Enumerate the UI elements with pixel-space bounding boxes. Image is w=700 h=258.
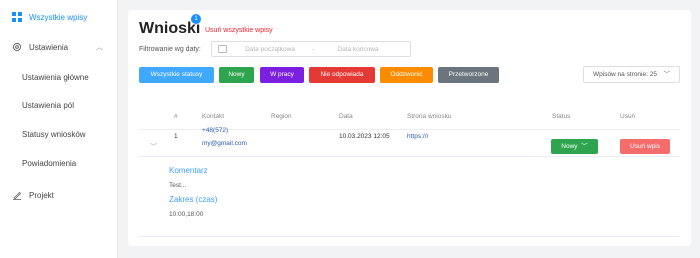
- row-date: 10.03.2023 12:05: [339, 133, 390, 140]
- chevron-up-icon: ︿: [96, 44, 103, 51]
- per-page-select[interactable]: Wpisów na stronie: 25 ﹀: [583, 66, 680, 83]
- sidebar-item-notifications[interactable]: Powiadomienia: [0, 148, 117, 178]
- sidebar: Wszystkie wpisy Ustawienia ︿ Ustawienia …: [0, 0, 118, 258]
- column-header-date: Data: [339, 113, 353, 120]
- sidebar-item-label: Projekt: [29, 190, 54, 200]
- time-range-label: Zakres (czas): [169, 195, 218, 204]
- sidebar-item-label: Ustawienia główne: [22, 72, 89, 82]
- filter-in-progress-button[interactable]: W pracy: [260, 67, 304, 83]
- sidebar-item-label: Ustawienia pól: [22, 100, 75, 110]
- row-number: 1: [174, 133, 178, 140]
- sidebar-item-label: Ustawienia: [29, 42, 69, 52]
- sidebar-item-label: Powiadomienia: [22, 158, 77, 168]
- start-date-input[interactable]: Data początkowa: [237, 46, 303, 53]
- delete-all-link[interactable]: Usuń wszystkie wpisy: [205, 27, 273, 34]
- sidebar-item-settings[interactable]: Ustawienia ︿: [0, 32, 117, 62]
- sidebar-item-label: Statusy wniosków: [22, 129, 86, 139]
- chevron-down-icon: ﹀: [579, 143, 588, 150]
- column-header-delete: Usuń: [620, 113, 636, 120]
- chevron-down-icon: ﹀: [663, 71, 671, 78]
- requests-card: Wnioski 1 Usuń wszystkie wpisy Filtrowan…: [128, 10, 691, 246]
- sidebar-item-project[interactable]: Projekt: [0, 180, 117, 210]
- row-page-link[interactable]: https://i: [407, 133, 428, 140]
- details-divider: [139, 236, 680, 237]
- filter-no-answer-button[interactable]: Nie odpowiada: [309, 67, 375, 83]
- column-header-contact: Kontakt: [202, 113, 225, 120]
- sidebar-item-request-statuses[interactable]: Statusy wniosków: [0, 119, 117, 149]
- column-header-page: Strona wniosku: [407, 113, 452, 120]
- filter-processed-button[interactable]: Przetworzone: [438, 67, 499, 83]
- per-page-value: Wpisów na stronie: 25: [593, 71, 657, 78]
- time-range-value: 10:00,18:00: [169, 211, 204, 218]
- column-header-region: Region: [271, 113, 292, 120]
- expand-row-chevron-icon[interactable]: ﹀: [150, 142, 157, 152]
- grid-icon: [12, 12, 22, 22]
- calendar-icon: [218, 45, 227, 53]
- row-divider: [139, 156, 680, 157]
- date-separator: -: [311, 45, 315, 53]
- sidebar-item-label: Wszystkie wpisy: [29, 12, 88, 22]
- filter-all-statuses-button[interactable]: Wszystkie statusy: [139, 67, 214, 83]
- row-status-dropdown[interactable]: Nowy ﹀: [551, 139, 598, 154]
- date-filter-label: Filtrowanie wg daty:: [139, 46, 201, 53]
- comment-label: Komentarz: [169, 166, 208, 175]
- date-range-picker[interactable]: Data początkowa - Data końcowa: [211, 41, 411, 57]
- column-header-number: #: [174, 113, 178, 120]
- sidebar-item-field-settings[interactable]: Ustawienia pól: [0, 90, 117, 120]
- contact-phone-link[interactable]: +48(572): [202, 127, 228, 134]
- sidebar-item-main-settings[interactable]: Ustawienia główne: [0, 62, 117, 92]
- delete-entry-button[interactable]: Usuń wpis: [620, 139, 670, 154]
- row-status-label: Nowy: [561, 143, 578, 150]
- gear-icon: [12, 42, 22, 52]
- column-header-status: Status: [552, 113, 571, 120]
- filter-call-back-button[interactable]: Oddzwonić: [380, 67, 433, 83]
- sidebar-item-all-entries[interactable]: Wszystkie wpisy: [0, 2, 117, 32]
- comment-value: Test...: [169, 182, 187, 189]
- filter-new-button[interactable]: Nowy: [219, 67, 254, 83]
- end-date-input[interactable]: Data końcowa: [323, 46, 393, 53]
- pencil-icon: [12, 190, 22, 200]
- page-title: Wnioski: [139, 20, 201, 37]
- count-badge: 1: [191, 14, 201, 24]
- contact-email-link[interactable]: my@gmail.com: [202, 140, 247, 147]
